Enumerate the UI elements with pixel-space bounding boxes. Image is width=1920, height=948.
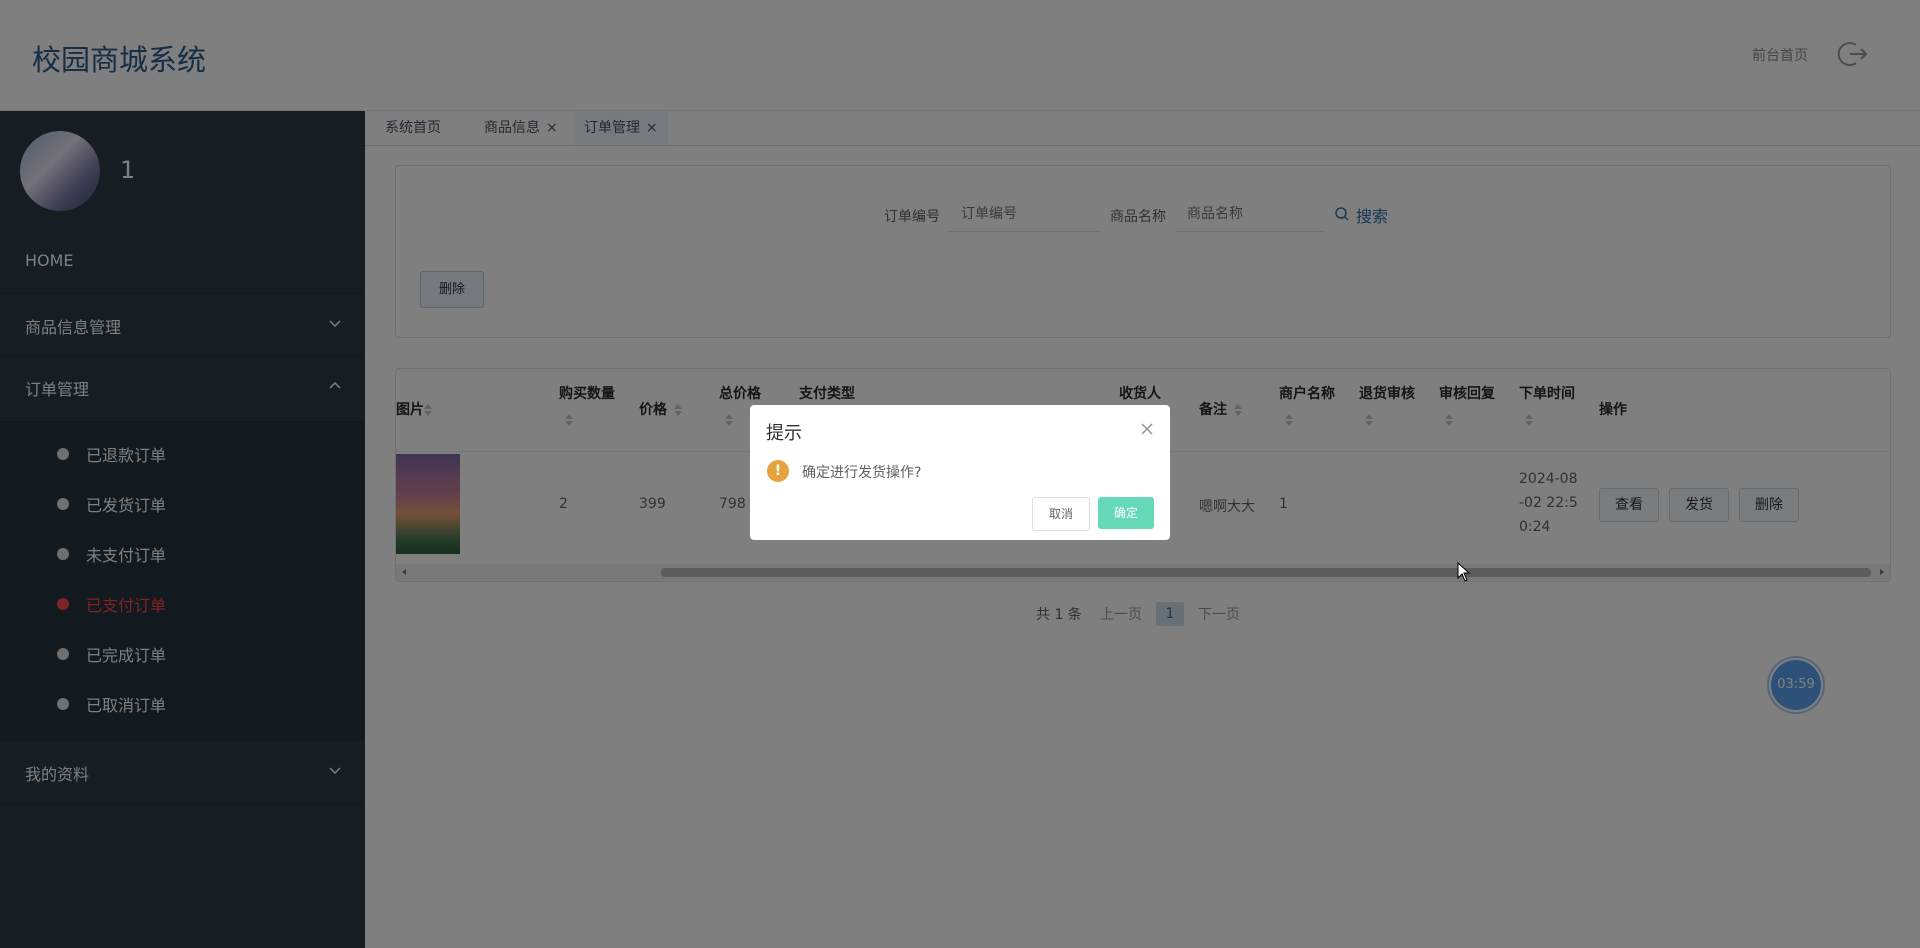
dialog-title: 提示 [766,423,802,444]
close-icon[interactable] [1140,421,1154,435]
mouse-cursor-icon [1457,562,1471,582]
confirm-dialog: 提示 ! 确定进行发货操作? 取消 确定 [750,405,1170,540]
warning-icon: ! [767,460,789,482]
dialog-message: 确定进行发货操作? [802,465,922,481]
cancel-button[interactable]: 取消 [1032,497,1090,531]
confirm-button[interactable]: 确定 [1098,497,1154,529]
